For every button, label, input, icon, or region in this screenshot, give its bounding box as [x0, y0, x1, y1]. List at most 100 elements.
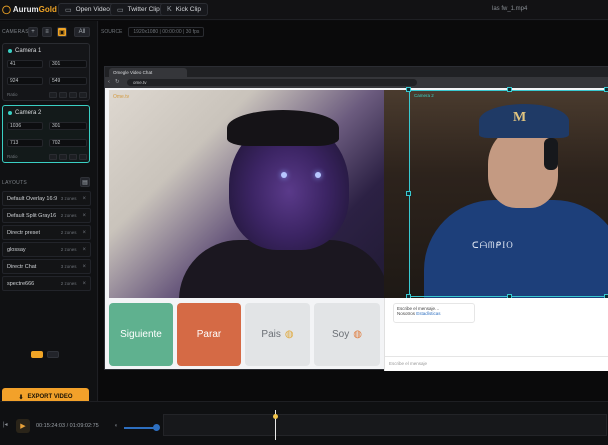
- ratio-option[interactable]: [79, 154, 87, 160]
- layout-item[interactable]: Default Split Gray16 2 zones ×: [2, 208, 91, 223]
- cameras-heading: CAMERAS: [2, 29, 29, 35]
- siguiente-button[interactable]: Siguiente: [109, 303, 173, 366]
- ratio-option[interactable]: [59, 154, 67, 160]
- resize-handle[interactable]: [406, 191, 411, 196]
- camera-2-selection[interactable]: Camera 2: [409, 90, 608, 297]
- camera-card-2[interactable]: Camera 2 1036 301 713 702 Ratio: [2, 105, 90, 163]
- lock-icon: ▣: [59, 29, 65, 36]
- video-left: Ome.tv: [109, 90, 384, 298]
- chat-message: Escribe el mensaje… Nosotros Estadística…: [393, 303, 475, 323]
- brand-icon: ◯: [2, 5, 11, 14]
- kick-clip-button[interactable]: K Kick Clip: [160, 3, 208, 16]
- resize-handle[interactable]: [406, 87, 411, 92]
- x-field[interactable]: 41: [7, 60, 43, 68]
- preview-mode-button[interactable]: [31, 351, 43, 358]
- camera-settings-button[interactable]: ≡: [42, 27, 52, 37]
- volume-slider[interactable]: [124, 427, 156, 429]
- resize-handle[interactable]: [604, 87, 608, 92]
- layout-item[interactable]: Directr preset 2 zones ×: [2, 225, 91, 240]
- width-field[interactable]: 924: [7, 77, 43, 85]
- folder-icon: ▭: [65, 6, 72, 14]
- height-field[interactable]: 702: [49, 139, 87, 147]
- globe-icon: ◍: [284, 329, 294, 340]
- skip-back-icon[interactable]: |◂: [3, 421, 8, 428]
- edit-mode-button[interactable]: [47, 351, 59, 358]
- sidebar: CAMERAS + ≡ ▣ All Camera 1 41 301 924 54…: [0, 21, 98, 406]
- timecode: 00:15:24:03 / 01:09:02:75: [36, 423, 99, 429]
- list-icon: ≡: [45, 29, 49, 35]
- cameras-all-button[interactable]: All: [74, 27, 90, 37]
- x-field[interactable]: 1036: [7, 122, 43, 130]
- y-field[interactable]: 301: [49, 122, 87, 130]
- ratio-option[interactable]: [69, 154, 77, 160]
- open-video-button[interactable]: ▭ Open Video: [58, 3, 117, 16]
- status-dot: [8, 111, 12, 115]
- download-icon: ⬇: [18, 394, 24, 401]
- close-icon[interactable]: ×: [82, 230, 86, 236]
- width-field[interactable]: 713: [7, 139, 43, 147]
- plus-icon: +: [31, 29, 35, 35]
- lock-button[interactable]: ▣: [57, 27, 67, 37]
- close-icon[interactable]: ×: [82, 281, 86, 287]
- close-icon[interactable]: ×: [82, 196, 86, 202]
- person-cap: [227, 110, 339, 146]
- close-icon[interactable]: ×: [82, 264, 86, 270]
- site-watermark: Ome.tv: [113, 94, 130, 100]
- parar-button[interactable]: Parar: [177, 303, 241, 366]
- save-icon: ▤: [82, 179, 88, 186]
- playhead-knob[interactable]: [273, 414, 278, 419]
- soy-button[interactable]: Soy ◍: [314, 303, 380, 366]
- app-logo: ◯ AurumGold: [2, 5, 57, 14]
- ratio-option[interactable]: [49, 92, 57, 98]
- pais-button[interactable]: Pais ◍: [245, 303, 310, 366]
- ratio-option[interactable]: [49, 154, 57, 160]
- save-layout-button[interactable]: ▤: [80, 177, 90, 187]
- layouts-heading: LAYOUTS: [2, 180, 28, 186]
- layout-item[interactable]: glossay 2 zones ×: [2, 242, 91, 257]
- source-info: SOURCE 1920x1080 | 00:00:00 | 30 fps: [101, 27, 205, 37]
- twitter-icon: ▭: [117, 6, 124, 14]
- layout-item[interactable]: Default Overlay 16:9 3 zones ×: [2, 191, 91, 206]
- layout-item[interactable]: Directr Chat 3 zones ×: [2, 259, 91, 274]
- reload-icon: ↻: [115, 79, 120, 85]
- play-button[interactable]: ▶: [16, 419, 30, 433]
- transport-bar: |◂ ▶ 00:15:24:03 / 01:09:02:75 ◖: [0, 401, 608, 445]
- ratio-option[interactable]: [79, 92, 87, 98]
- ratio-option[interactable]: [59, 92, 67, 98]
- browser-tab-bar: Omegle Video Chat: [105, 67, 608, 77]
- chat-input[interactable]: Escribe el mensaje: [385, 356, 608, 371]
- y-field[interactable]: 301: [49, 60, 87, 68]
- glasses-reflection: [315, 172, 321, 178]
- stats-link[interactable]: Estadísticas: [416, 311, 440, 316]
- ratio-label: Ratio: [7, 154, 18, 159]
- browser-tab: Omegle Video Chat: [109, 68, 187, 77]
- captured-browser-frame: Omegle Video Chat ‹ ↻ ome.tv Ome.tv ᑕᗩᗰᑭ…: [104, 66, 608, 371]
- volume-knob[interactable]: [153, 424, 160, 431]
- k-icon: K: [167, 6, 172, 13]
- close-icon[interactable]: ×: [82, 247, 86, 253]
- chat-panel: Escribe el mensaje… Nosotros Estadística…: [384, 298, 608, 371]
- camera-card-1[interactable]: Camera 1 41 301 924 549 Ratio: [2, 43, 90, 101]
- camera-title: Camera 1: [8, 48, 41, 54]
- status-dot: [8, 49, 12, 53]
- gender-icon: ◍: [353, 329, 362, 340]
- resize-handle[interactable]: [507, 87, 512, 92]
- layout-item[interactable]: spectre666 2 zones ×: [2, 276, 91, 291]
- camera-title: Camera 2: [8, 110, 41, 116]
- play-icon: ▶: [20, 423, 26, 430]
- address-bar: ome.tv: [127, 79, 417, 86]
- file-name: las fw_1.mp4: [492, 6, 528, 12]
- ratio-option[interactable]: [69, 92, 77, 98]
- timeline-track[interactable]: [163, 414, 607, 436]
- top-bar: ◯ AurumGold ▭ Open Video ▭ Twitter Clip …: [0, 0, 608, 20]
- back-icon: ‹: [108, 79, 110, 85]
- browser-toolbar: ‹ ↻ ome.tv: [105, 77, 608, 88]
- glasses-reflection: [281, 172, 287, 178]
- volume-icon: ◖: [114, 423, 118, 429]
- twitter-clip-button[interactable]: ▭ Twitter Clip: [110, 3, 167, 16]
- add-camera-button[interactable]: +: [28, 27, 38, 37]
- video-viewer: SOURCE 1920x1080 | 00:00:00 | 30 fps Ome…: [99, 21, 608, 401]
- ratio-label: Ratio: [7, 92, 18, 97]
- height-field[interactable]: 549: [49, 77, 87, 85]
- close-icon[interactable]: ×: [82, 213, 86, 219]
